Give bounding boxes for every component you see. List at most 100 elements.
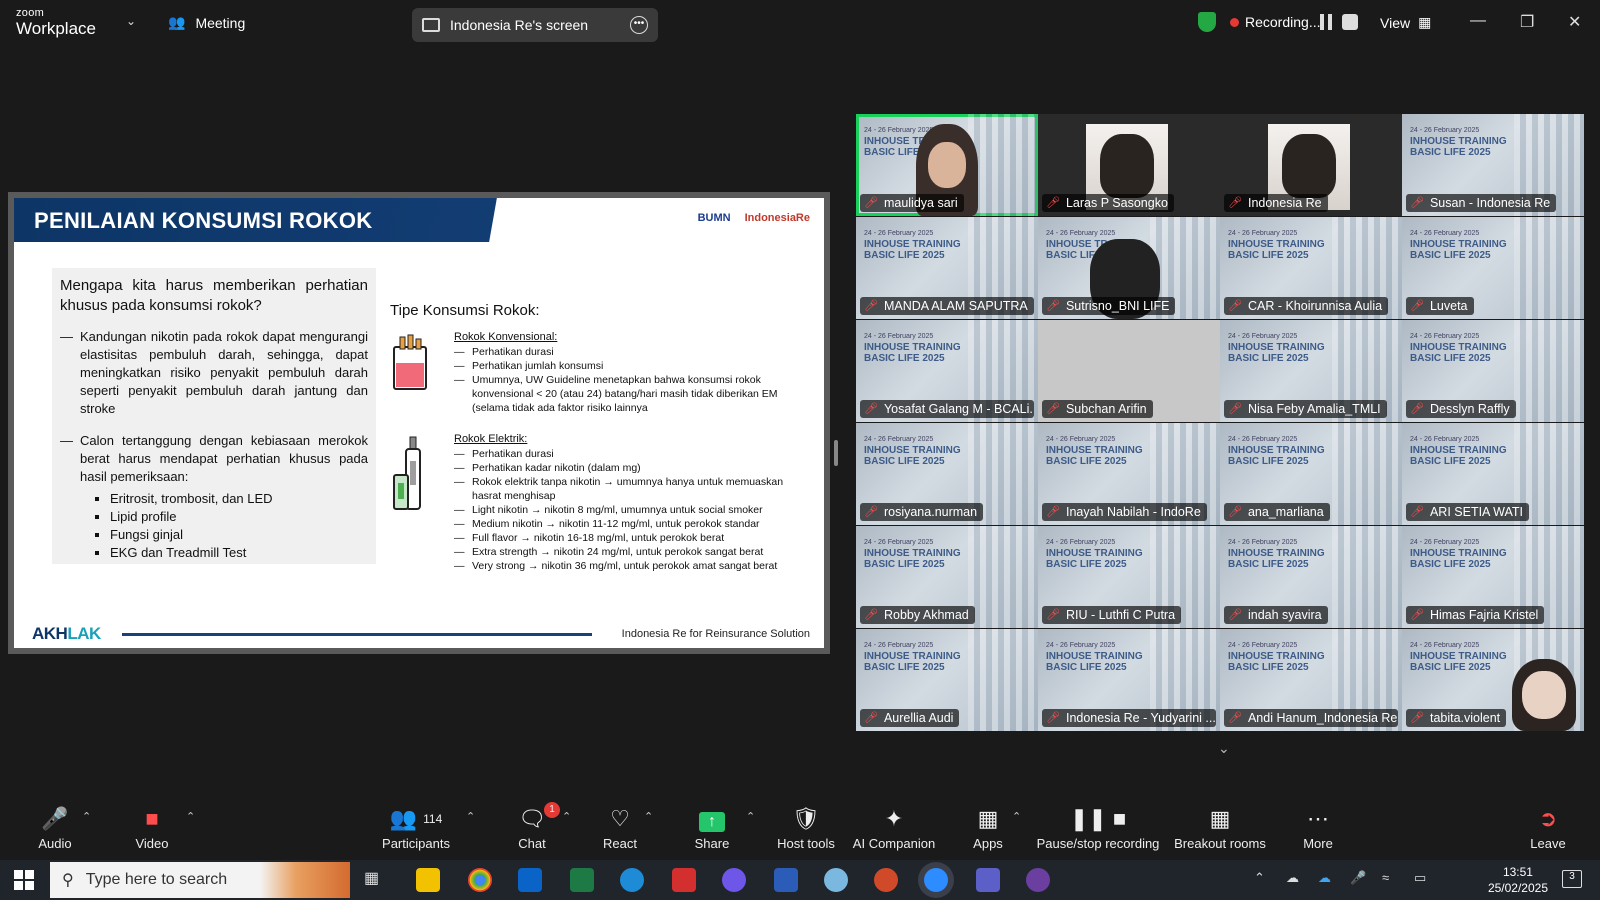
participants-caret-icon[interactable]: ⌃ [466, 810, 475, 823]
participant-tile[interactable]: 24 - 26 February 2025 INHOUSE TRAINING BAS… [856, 217, 1038, 319]
more-button[interactable]: ⋯ More [1300, 804, 1336, 851]
participant-tile[interactable]: 24 - 26 February 2025 INHOUSE TRAINING BAS… [1038, 526, 1220, 628]
participant-name-tag: 🎤︎ indah syavira [1224, 606, 1328, 624]
breakout-rooms-button[interactable]: ▦ Breakout rooms [1172, 804, 1268, 851]
participant-tile[interactable]: 24 - 26 February 2025 INHOUSE TRAINING BAS… [1402, 526, 1584, 628]
teams-icon[interactable] [976, 868, 1000, 892]
video-button[interactable]: ■ Video [130, 804, 174, 851]
audio-label: Audio [38, 836, 72, 851]
tray-mic-icon[interactable]: 🎤 [1350, 870, 1366, 886]
elektrik-item: Medium nikotin → nikotin 11-12 mg/ml, un… [454, 517, 810, 531]
clock-time: 13:51 [1502, 865, 1533, 879]
share-label: Share [694, 836, 730, 851]
participant-tile[interactable]: 24 - 26 February 2025 INHOUSE TRAINING BAS… [1038, 217, 1220, 319]
canva-icon[interactable] [722, 868, 746, 892]
host-shield-icon: 🛡 [792, 806, 820, 831]
virtual-background-text: 24 - 26 February 2025 INHOUSE TRAINING BAS… [1410, 436, 1507, 467]
participant-tile[interactable]: 24 - 26 February 2025 INHOUSE TRAINING BAS… [1402, 217, 1584, 319]
minimize-icon[interactable]: — [1470, 12, 1486, 30]
acrobat-icon[interactable] [672, 868, 696, 892]
viewing-screen-pill[interactable]: Indonesia Re's screen ••• [412, 8, 658, 42]
close-icon[interactable]: ✕ [1568, 12, 1581, 32]
apps-button[interactable]: ▦ Apps [970, 804, 1006, 851]
chrome-icon[interactable] [468, 868, 492, 892]
edge-icon[interactable] [620, 868, 644, 892]
participant-tile[interactable]: 24 - 26 February 2025 INHOUSE TRAINING BAS… [1402, 629, 1584, 731]
participant-tile[interactable]: 24 - 26 February 2025 INHOUSE TRAINING BAS… [1220, 320, 1402, 422]
participant-name: Andi Hanum_Indonesia Re [1247, 711, 1398, 725]
participant-tile[interactable]: 🎤︎ Laras P Sasongko [1038, 114, 1220, 216]
participants-button[interactable]: 👥 114 Participants [380, 804, 452, 851]
slide-question: Mengapa kita harus memberikan perhatian … [60, 277, 368, 314]
pause-stop-recording-button[interactable]: ❚❚ ■ Pause/stop recording [1036, 804, 1160, 851]
leave-button[interactable]: ➲ Leave [1528, 804, 1568, 851]
participant-tile[interactable]: 24 - 26 February 2025 INHOUSE TRAINING BAS… [1220, 629, 1402, 731]
participant-tile[interactable]: 🎤︎ Indonesia Re [1220, 114, 1402, 216]
task-view-icon[interactable]: ▦ [364, 868, 388, 892]
chat-caret-icon[interactable]: ⌃ [562, 810, 571, 823]
taskbar-search-box[interactable]: ⚲ Type here to search [50, 862, 350, 898]
chat-button[interactable]: 🗨 1 Chat [514, 802, 560, 851]
participant-tile[interactable]: 24 - 26 February 2025 INHOUSE TRAINING BAS… [1220, 217, 1402, 319]
video-options-caret-icon[interactable]: ⌃ [186, 810, 195, 823]
outlook-icon[interactable] [518, 868, 542, 892]
pause-recording-icon[interactable] [1320, 14, 1332, 30]
share-button[interactable]: ↑ Share [692, 804, 732, 851]
host-tools-button[interactable]: 🛡 Host tools [776, 804, 836, 851]
participant-tile[interactable]: 24 - 26 February 2025 INHOUSE TRAINING BAS… [856, 629, 1038, 731]
participant-tile[interactable]: 24 - 26 February 2025 INHOUSE TRAINING BAS… [856, 320, 1038, 422]
display-icon[interactable]: ▭ [1414, 870, 1426, 886]
react-caret-icon[interactable]: ⌃ [644, 810, 653, 823]
participant-tile[interactable]: 24 - 26 February 2025 INHOUSE TRAINING BAS… [856, 114, 1038, 216]
restore-icon[interactable]: ❐ [1520, 12, 1534, 32]
taskbar-clock[interactable]: 13:51 25/02/2025 [1488, 864, 1548, 896]
wifi-icon[interactable]: ≈ [1382, 870, 1389, 885]
apps-caret-icon[interactable]: ⌃ [1012, 810, 1021, 823]
participant-tile[interactable]: 24 - 26 February 2025 INHOUSE TRAINING BAS… [1220, 526, 1402, 628]
shared-screen-slide[interactable]: PENILAIAN KONSUMSI ROKOK BUMN IndonesiaR… [8, 192, 830, 654]
tray-network-cloud-icon[interactable]: ☁ [1286, 870, 1299, 886]
react-heart-icon: ♡ [610, 806, 630, 831]
react-button[interactable]: ♡ React [600, 804, 640, 851]
participant-tile[interactable]: 24 - 26 February 2025 INHOUSE TRAINING BAS… [1402, 423, 1584, 525]
participant-tile[interactable]: 24 - 26 February 2025 INHOUSE TRAINING BAS… [1402, 114, 1584, 216]
media-player-icon[interactable] [1026, 868, 1050, 892]
participant-name: CAR - Khoirunnisa Aulia [1247, 299, 1383, 313]
zoom-taskbar-icon[interactable] [924, 868, 948, 892]
more-options-icon[interactable]: ••• [630, 16, 648, 34]
konvensional-item: Umumnya, UW Guideline menetapkan bahwa k… [454, 373, 810, 415]
recording-indicator: Recording... [1230, 14, 1320, 30]
apps-label: Apps [973, 836, 1003, 851]
participant-tile[interactable]: 24 - 26 February 2025 INHOUSE TRAINING BAS… [1038, 423, 1220, 525]
meeting-info[interactable]: 👥 Meeting [168, 14, 245, 31]
konvensional-item: Perhatikan durasi [454, 345, 810, 359]
word-icon[interactable] [774, 868, 798, 892]
excel-icon[interactable] [570, 868, 594, 892]
view-button[interactable]: View ▦ [1380, 14, 1431, 31]
windows-start-icon[interactable] [14, 870, 34, 890]
participant-tile[interactable]: 🎤︎ Subchan Arifin [1038, 320, 1220, 422]
share-caret-icon[interactable]: ⌃ [746, 810, 755, 823]
powerpoint-icon[interactable] [874, 868, 898, 892]
windows-taskbar: ⚲ Type here to search ▦ ⌃ ☁ ☁ 🎤 ≈ ▭ 13:5… [0, 860, 1600, 900]
app-menu-chevron-icon[interactable]: ⌄ [126, 14, 136, 28]
ai-companion-button[interactable]: ✦ AI Companion [852, 804, 936, 851]
notification-center-icon[interactable]: 3 [1562, 870, 1582, 888]
encryption-shield-icon[interactable] [1198, 12, 1216, 32]
participant-tile[interactable]: 24 - 26 February 2025 INHOUSE TRAINING BAS… [1220, 423, 1402, 525]
background-building-pattern [1514, 320, 1584, 422]
participant-tile[interactable]: 24 - 26 February 2025 INHOUSE TRAINING BAS… [1038, 629, 1220, 731]
gallery-scroll-down-icon[interactable]: ⌄ [1218, 740, 1230, 757]
paint-icon[interactable] [824, 868, 848, 892]
audio-button[interactable]: 🎤 Audio [34, 804, 76, 851]
audio-options-caret-icon[interactable]: ⌃ [82, 810, 91, 823]
participant-tile[interactable]: 24 - 26 February 2025 INHOUSE TRAINING BAS… [856, 526, 1038, 628]
file-explorer-icon[interactable] [416, 868, 440, 892]
muted-mic-icon: 🎤︎ [1228, 609, 1242, 621]
onedrive-icon[interactable]: ☁ [1318, 870, 1331, 886]
stop-recording-icon[interactable] [1342, 14, 1358, 30]
tray-chevron-icon[interactable]: ⌃ [1254, 870, 1265, 886]
participant-tile[interactable]: 24 - 26 February 2025 INHOUSE TRAINING BAS… [1402, 320, 1584, 422]
panel-splitter-handle[interactable] [834, 440, 838, 466]
participant-tile[interactable]: 24 - 26 February 2025 INHOUSE TRAINING BAS… [856, 423, 1038, 525]
